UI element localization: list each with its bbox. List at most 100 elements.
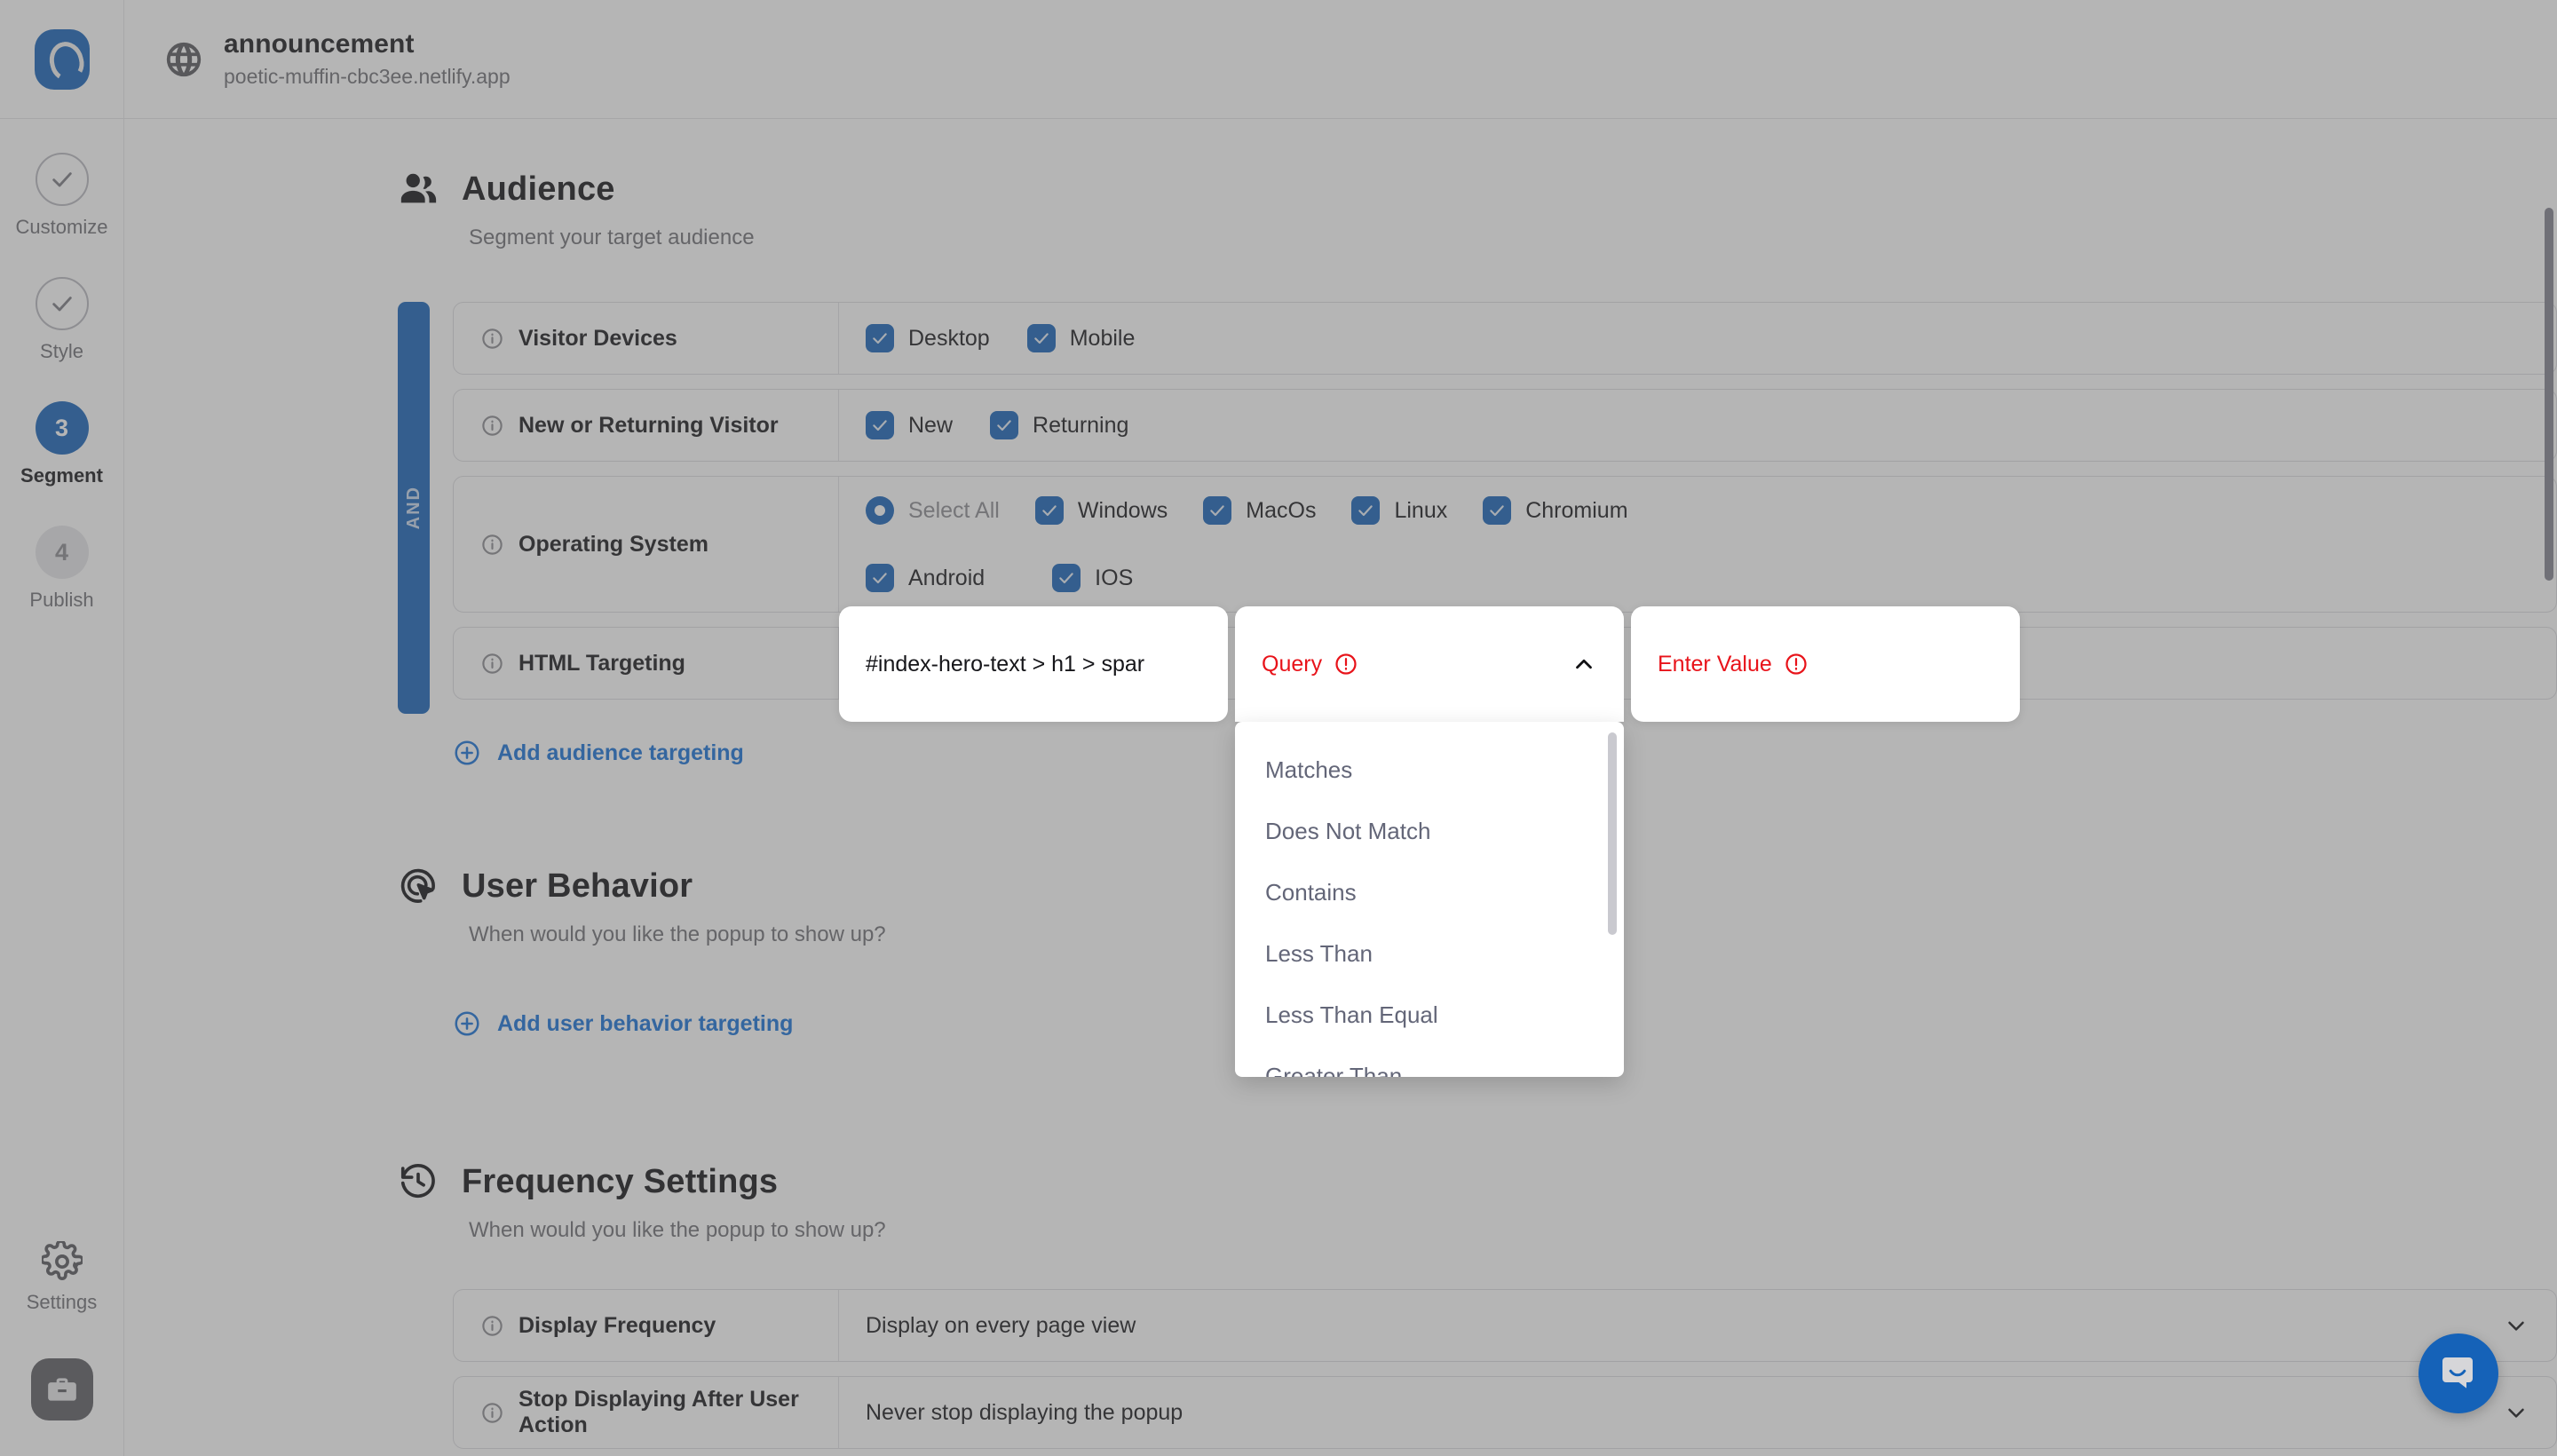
- dropdown-option[interactable]: Greater Than: [1235, 1046, 1624, 1077]
- value-input[interactable]: Enter Value: [1631, 606, 2020, 722]
- check-icon: [1351, 496, 1381, 525]
- sidebar-item-segment[interactable]: 3 Segment: [0, 401, 123, 487]
- exclamation-circle-icon: [1785, 653, 1807, 675]
- dropdown-option[interactable]: Does Not Match: [1235, 801, 1624, 862]
- query-label: Query: [1262, 652, 1358, 677]
- table-row: HTML Targeting #index-hero-text > h1 > s…: [453, 606, 2557, 1077]
- sidebar-item-settings[interactable]: Settings: [26, 1241, 98, 1314]
- page-scrollbar[interactable]: [2543, 119, 2557, 1456]
- check-icon: [1203, 496, 1232, 525]
- info-icon[interactable]: [480, 414, 504, 438]
- add-user-behavior-targeting-label: Add user behavior targeting: [497, 1010, 794, 1036]
- info-icon[interactable]: [480, 1401, 504, 1425]
- row-label-text: HTML Targeting: [519, 650, 685, 676]
- checkbox-returning[interactable]: Returning: [990, 411, 1128, 439]
- sidebar-item-customize[interactable]: Customize: [0, 153, 123, 239]
- row-label-text: Display Frequency: [519, 1312, 716, 1338]
- dropdown-scroll-area: Matches Does Not Match Contains Less Tha…: [1235, 722, 1624, 1077]
- page-title: Audience: [462, 170, 615, 208]
- section-title: User Behavior: [462, 866, 693, 905]
- css-selector-input[interactable]: #index-hero-text > h1 > spar: [839, 606, 1228, 722]
- users-icon: [400, 173, 437, 203]
- row-label: HTML Targeting: [454, 628, 839, 699]
- chat-bubble-icon: [2442, 1357, 2473, 1389]
- dropdown-option[interactable]: Contains: [1235, 862, 1624, 923]
- checkbox-label: Chromium: [1525, 497, 1628, 523]
- checkbox-android[interactable]: Android: [866, 564, 985, 592]
- workspace-button[interactable]: [30, 1358, 93, 1420]
- display-frequency-select[interactable]: Display on every page view: [839, 1290, 2556, 1361]
- sidebar-item-label: Segment: [20, 464, 103, 487]
- checkbox-mobile[interactable]: Mobile: [1026, 324, 1136, 352]
- checkbox-label: Windows: [1077, 497, 1168, 523]
- sidebar-item-label: Customize: [15, 216, 108, 238]
- info-icon[interactable]: [480, 1314, 504, 1338]
- row-label-text: Stop Displaying After User Action: [519, 1387, 799, 1437]
- checkbox-ios[interactable]: IOS: [1052, 564, 1133, 592]
- sidebar-item-publish[interactable]: 4 Publish: [0, 526, 123, 612]
- main-content: Audience Segment your target audience AN…: [124, 119, 2557, 1456]
- app-root: announcement poetic-muffin-cbc3ee.netlif…: [0, 0, 2557, 1456]
- history-icon: [400, 1163, 435, 1199]
- chevron-down-icon: [2508, 1321, 2524, 1331]
- plus-circle-icon: [455, 740, 479, 765]
- check-icon: [866, 411, 894, 439]
- checkbox-linux[interactable]: Linux: [1351, 496, 1447, 525]
- site-info: announcement poetic-muffin-cbc3ee.netlif…: [124, 0, 511, 118]
- dropdown-option[interactable]: Matches: [1235, 740, 1624, 801]
- dropdown-option[interactable]: Less Than: [1235, 923, 1624, 985]
- dropdown-option[interactable]: Less Than Equal: [1235, 985, 1624, 1046]
- audience-subtitle: Segment your target audience: [469, 226, 755, 249]
- table-row: Operating System Select All Windows MacO…: [453, 476, 2557, 613]
- value-placeholder: Enter Value: [1658, 652, 1809, 677]
- exclamation-circle-icon: [1335, 653, 1357, 675]
- add-audience-targeting-label: Add audience targeting: [497, 740, 744, 765]
- checkbox-chromium[interactable]: Chromium: [1483, 496, 1628, 525]
- add-user-behavior-targeting-button[interactable]: Add user behavior targeting: [453, 1009, 793, 1038]
- sidebar-item-label: Publish: [29, 589, 94, 611]
- checkbox-windows[interactable]: Windows: [1034, 496, 1168, 525]
- briefcase-icon: [47, 1378, 76, 1401]
- check-icon: [35, 153, 89, 206]
- row-label-text: Operating System: [519, 531, 709, 557]
- info-icon[interactable]: [480, 533, 504, 557]
- app-logo-button[interactable]: [0, 0, 124, 118]
- query-select[interactable]: Query: [1235, 606, 1624, 722]
- query-dropdown-menu: Matches Does Not Match Contains Less Tha…: [1235, 722, 1624, 1077]
- info-icon[interactable]: [480, 652, 504, 676]
- site-name: announcement: [224, 29, 415, 59]
- frequency-settings-section: Frequency Settings When would you like t…: [398, 1161, 2557, 1456]
- add-audience-targeting-button[interactable]: Add audience targeting: [453, 739, 744, 767]
- audience-header: Audience: [398, 169, 2557, 210]
- check-icon: [1052, 564, 1081, 592]
- table-row: Visitor Devices Desktop Mobile: [453, 302, 2557, 375]
- frequency-rows: Display Frequency Display on every page …: [453, 1289, 2557, 1456]
- audience-filter-group: AND Visitor Devices Desktop Mobile New o…: [398, 302, 2557, 1077]
- rail-bottom: Settings: [0, 1241, 123, 1456]
- checkbox-desktop[interactable]: Desktop: [866, 324, 990, 352]
- intercom-launcher-button[interactable]: [2418, 1333, 2498, 1413]
- top-bar: announcement poetic-muffin-cbc3ee.netlif…: [0, 0, 2557, 119]
- checkbox-label: Mobile: [1069, 325, 1136, 351]
- cursor-target-icon: [400, 868, 435, 903]
- check-icon: [1034, 496, 1064, 525]
- page-scrollbar-thumb[interactable]: [2545, 208, 2553, 581]
- stop-displaying-select[interactable]: Never stop displaying the popup: [839, 1377, 2556, 1448]
- sidebar-item-style[interactable]: Style: [0, 277, 123, 363]
- checkbox-label: Linux: [1394, 497, 1448, 523]
- checkbox-label: Android: [908, 565, 986, 590]
- audience-rows: Visitor Devices Desktop Mobile New or Re…: [453, 302, 2557, 1077]
- check-icon: [1483, 496, 1512, 525]
- frequency-header: Frequency Settings: [398, 1161, 2557, 1202]
- checkbox-new[interactable]: New: [866, 411, 953, 439]
- and-connector: AND: [398, 302, 430, 714]
- table-row: Display Frequency Display on every page …: [453, 1289, 2557, 1362]
- settings-label: Settings: [26, 1291, 98, 1313]
- frequency-rows-group: Display Frequency Display on every page …: [398, 1289, 2557, 1456]
- radio-select-all[interactable]: Select All: [866, 496, 1000, 525]
- dropdown-scrollbar-thumb[interactable]: [1608, 732, 1617, 935]
- dropdown-scrollbar[interactable]: [1608, 732, 1617, 1066]
- info-icon[interactable]: [480, 327, 504, 351]
- table-row: New or Returning Visitor New Returning: [453, 389, 2557, 462]
- checkbox-macos[interactable]: MacOs: [1203, 496, 1316, 525]
